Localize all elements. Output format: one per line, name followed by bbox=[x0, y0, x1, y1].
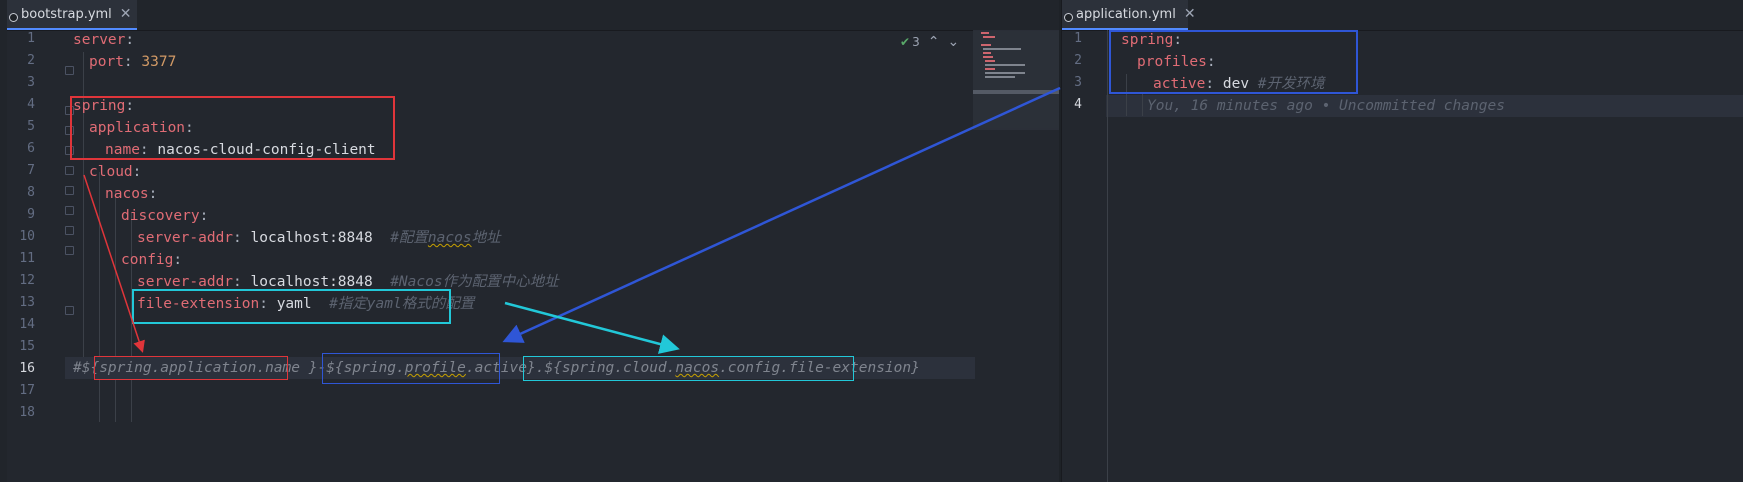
fold-marker[interactable] bbox=[65, 306, 74, 315]
annotation-box-red-small bbox=[94, 356, 288, 380]
code-line-8[interactable]: nacos: bbox=[105, 183, 157, 205]
comment-text: } bbox=[911, 360, 920, 376]
close-icon[interactable]: ✕ bbox=[1184, 6, 1196, 22]
annotation-box-red bbox=[70, 96, 395, 160]
line-number: 13 bbox=[19, 295, 35, 310]
annotation-box-cyan-small bbox=[523, 356, 854, 381]
close-icon[interactable]: ✕ bbox=[120, 6, 132, 22]
check-icon: ✔ bbox=[900, 35, 911, 49]
colon: : bbox=[199, 208, 209, 224]
fold-marker[interactable] bbox=[65, 166, 74, 175]
colon: : bbox=[123, 54, 133, 70]
yaml-comment: nacos bbox=[427, 230, 472, 246]
colon: : bbox=[173, 252, 183, 268]
yaml-key: discovery bbox=[121, 208, 200, 224]
gutter-divider bbox=[1107, 30, 1108, 482]
line-number: 4 bbox=[1074, 97, 1082, 112]
code-line-10[interactable]: server-addr: localhost:8848 #配置nacos地址 bbox=[137, 227, 501, 249]
yaml-key: cloud bbox=[89, 164, 133, 180]
yaml-key: nacos bbox=[105, 186, 149, 202]
yaml-value: 3377 bbox=[141, 54, 177, 70]
code-line-9[interactable]: discovery: bbox=[121, 205, 208, 227]
yaml-key: server-addr bbox=[137, 230, 234, 246]
line-number: 2 bbox=[27, 53, 35, 68]
code-line-11[interactable]: config: bbox=[121, 249, 182, 271]
yaml-key: config bbox=[121, 252, 174, 268]
line-number: 1 bbox=[1074, 31, 1082, 46]
yaml-comment: #Nacos作为配置中心地址 bbox=[390, 274, 559, 290]
next-highlight-icon[interactable]: ⌄ bbox=[947, 34, 959, 50]
yaml-comment: #配置 bbox=[390, 230, 428, 246]
line-number: 14 bbox=[19, 317, 35, 332]
line-number: 11 bbox=[19, 251, 35, 266]
application-editor[interactable]: application.yml ✕ 1234 spring: profiles:… bbox=[1061, 0, 1743, 482]
line-number: 17 bbox=[19, 383, 35, 398]
annotation-box-blue-small bbox=[322, 353, 500, 384]
line-number: 3 bbox=[27, 75, 35, 90]
tab-application-yml[interactable]: application.yml ✕ bbox=[1062, 0, 1196, 30]
annotation-box-cyan bbox=[132, 289, 451, 324]
line-number: 3 bbox=[1074, 75, 1082, 90]
colon: : bbox=[125, 32, 135, 48]
colon: : bbox=[148, 186, 158, 202]
inspection-count: 3 bbox=[912, 35, 920, 49]
line-number: 16 bbox=[19, 361, 35, 376]
git-blame-annotation: You, 16 minutes ago • Uncommitted change… bbox=[1147, 95, 1505, 117]
bootstrap-editor[interactable]: bootstrap.yml ✕ ✔ 3 ⌃ ⌄ 1 2 3 4 5 6 7 8 9 10 11 12 1… bbox=[7, 0, 1059, 482]
left-tab-bar: bootstrap.yml ✕ bbox=[7, 0, 1059, 31]
line-number: 5 bbox=[27, 119, 35, 134]
line-number: 18 bbox=[19, 405, 35, 420]
yaml-value: localhost:8848 bbox=[250, 274, 373, 290]
indent-guide bbox=[99, 172, 100, 422]
colon: : bbox=[233, 274, 242, 290]
line-number: 6 bbox=[27, 141, 35, 156]
fold-marker[interactable] bbox=[65, 186, 74, 195]
inspection-widget: ✔ 3 ⌃ ⌄ bbox=[900, 34, 959, 50]
yaml-comment: 地址 bbox=[471, 230, 501, 246]
colon: : bbox=[132, 164, 142, 180]
line-number: 15 bbox=[19, 339, 35, 354]
fold-marker[interactable] bbox=[65, 226, 74, 235]
yaml-key: server bbox=[73, 32, 126, 48]
fold-marker[interactable] bbox=[65, 246, 74, 255]
right-tab-bar: application.yml ✕ bbox=[1062, 0, 1743, 31]
tab-bootstrap-yml[interactable]: bootstrap.yml ✕ bbox=[7, 0, 137, 30]
line-number: 10 bbox=[19, 229, 35, 244]
line-number: 12 bbox=[19, 273, 35, 288]
fold-marker[interactable] bbox=[65, 206, 74, 215]
indent-guide bbox=[1142, 92, 1143, 116]
annotation-box-blue bbox=[1109, 30, 1358, 94]
line-number: 9 bbox=[27, 207, 35, 222]
code-line-2[interactable]: port: 3377 bbox=[89, 51, 176, 73]
yaml-key: port bbox=[89, 54, 124, 70]
code-line-7[interactable]: cloud: bbox=[89, 161, 141, 183]
yaml-key: server-addr bbox=[137, 274, 234, 290]
fold-marker[interactable] bbox=[65, 66, 74, 75]
code-line-1[interactable]: server: bbox=[73, 29, 134, 51]
indent-guide bbox=[115, 192, 116, 422]
tab-label: application.yml bbox=[1076, 6, 1176, 22]
blame-text: You, 16 minutes ago • Uncommitted change… bbox=[1147, 98, 1505, 114]
line-number: 2 bbox=[1074, 53, 1082, 68]
yaml-value: localhost:8848 bbox=[250, 230, 373, 246]
tab-label: bootstrap.yml bbox=[21, 6, 112, 22]
line-number: 1 bbox=[27, 31, 35, 46]
minimap[interactable] bbox=[973, 30, 1059, 130]
line-number: 7 bbox=[27, 163, 35, 178]
line-number: 4 bbox=[27, 97, 35, 112]
colon: : bbox=[233, 230, 242, 246]
line-number: 8 bbox=[27, 185, 35, 200]
previous-highlight-icon[interactable]: ⌃ bbox=[928, 34, 940, 50]
